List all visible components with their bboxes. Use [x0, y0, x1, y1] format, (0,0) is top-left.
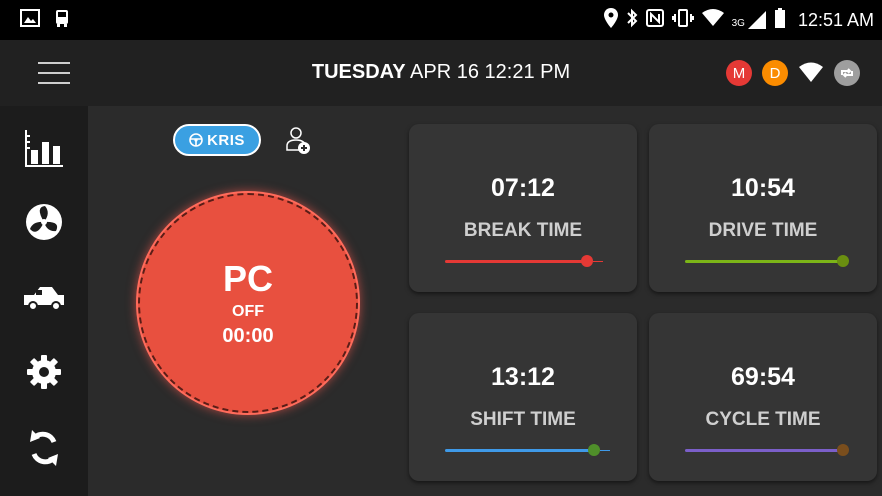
system-icons: 3G 12:51 AM: [603, 7, 874, 33]
steering-wheel-icon: [189, 133, 203, 147]
shift-time-progress: [445, 449, 594, 452]
vibrate-icon: [671, 8, 694, 32]
bar-chart-icon: [23, 128, 65, 173]
header-status-icons: M D: [726, 60, 860, 86]
break-time-progress-remaining: [593, 261, 603, 262]
duty-status-state: OFF: [232, 302, 264, 320]
driver-button[interactable]: KRIS: [173, 124, 261, 156]
image-notification-icon: [20, 8, 40, 32]
wifi-icon: [701, 8, 724, 32]
sidebar-item-inspection[interactable]: [20, 200, 68, 248]
drive-time-progress: [685, 260, 843, 263]
gear-icon: [26, 354, 62, 395]
add-codriver-icon[interactable]: [284, 126, 312, 156]
shift-time-progress-knob: [588, 444, 600, 456]
break-time-label: BREAK TIME: [463, 220, 583, 241]
cycle-time-value: 69:54: [731, 363, 795, 391]
cycle-time-label: CYCLE TIME: [705, 409, 821, 430]
shift-time-label: SHIFT TIME: [470, 409, 576, 430]
wifi-icon[interactable]: [798, 62, 824, 84]
duty-status-button[interactable]: PC OFF 00:00: [138, 193, 358, 413]
break-time-card[interactable]: 07:12 BREAK TIME: [409, 124, 637, 292]
bluetooth-icon: [626, 8, 638, 33]
duty-status-code: PC: [222, 257, 273, 299]
refresh-icon: [26, 428, 62, 473]
header-day: TUESDAY: [311, 61, 406, 83]
sidebar-item-reports[interactable]: [20, 126, 68, 174]
shift-time-value: 13:12: [491, 363, 555, 391]
badge-m[interactable]: M: [726, 60, 752, 86]
drive-time-value: 10:54: [731, 174, 795, 202]
cycle-time-card[interactable]: 69:54 CYCLE TIME: [649, 313, 877, 481]
sidebar-item-vehicle[interactable]: [20, 274, 68, 322]
cycle-time-progress-knob: [837, 444, 849, 456]
notification-icons: [20, 8, 70, 33]
sidebar-item-sync[interactable]: [20, 426, 68, 474]
drive-time-progress-knob: [837, 255, 849, 267]
cycle-time-progress: [685, 449, 843, 452]
status-bar: 3G 12:51 AM: [0, 0, 882, 40]
break-time-value: 07:12: [491, 174, 555, 202]
nfc-icon: [645, 8, 664, 32]
drive-time-card[interactable]: 10:54 DRIVE TIME: [649, 124, 877, 292]
badge-d[interactable]: D: [762, 60, 788, 86]
badge-m-label: M: [732, 64, 746, 82]
location-icon: [603, 7, 618, 33]
app-header: TUESDAY APR 16 12:21 PM M D: [0, 40, 882, 106]
header-date-time: APR 16 12:21 PM: [405, 61, 571, 83]
shift-time-progress-remaining: [600, 450, 610, 451]
shift-time-card[interactable]: 13:12 SHIFT TIME: [409, 313, 637, 481]
clock: 12:51 AM: [797, 9, 874, 30]
badge-d-label: D: [769, 64, 781, 82]
sidebar: [0, 106, 88, 496]
signal-icon: 3G: [732, 11, 766, 29]
drive-time-label: DRIVE TIME: [708, 220, 818, 241]
battery-icon: [774, 7, 786, 33]
sync-status-icon[interactable]: [834, 60, 860, 86]
break-time-progress: [445, 260, 587, 263]
fan-icon: [25, 203, 63, 246]
duty-status-timer: 00:00: [222, 324, 274, 347]
truck-icon: [22, 281, 66, 316]
bus-notification-icon: [54, 8, 70, 33]
driver-name: KRIS: [207, 131, 245, 149]
network-type-label: 3G: [731, 18, 745, 29]
sidebar-item-settings[interactable]: [20, 350, 68, 398]
break-time-progress-knob: [581, 255, 593, 267]
